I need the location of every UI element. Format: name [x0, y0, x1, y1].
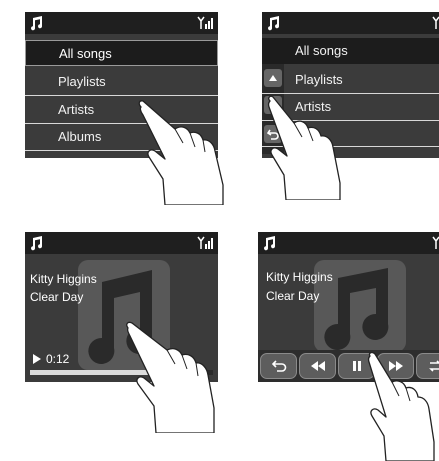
- status-bar: [25, 232, 218, 254]
- signal-icon: [197, 236, 213, 249]
- menu-item-label: Playlists: [58, 74, 106, 89]
- menu-item-label: Playlists: [295, 72, 343, 87]
- status-bar: [25, 12, 218, 34]
- track-title: Clear Day: [266, 289, 320, 303]
- back-icon: [271, 360, 286, 372]
- track-artist: Kitty Higgins: [30, 272, 97, 286]
- menu-item-label: Artists: [58, 102, 95, 117]
- back-button[interactable]: [260, 353, 297, 379]
- music-note-icon: [264, 236, 276, 251]
- signal-icon: [432, 16, 439, 29]
- previous-track-icon: [310, 361, 325, 371]
- scroll-up-button[interactable]: [264, 69, 282, 87]
- pointing-hand-icon: [367, 352, 435, 461]
- elapsed-time: 0:12: [46, 352, 70, 366]
- track-artist: Kitty Higgins: [266, 270, 333, 284]
- signal-icon: [197, 16, 213, 29]
- pointing-hand-icon: [138, 100, 224, 205]
- signal-icon: [432, 236, 439, 249]
- pointing-hand-icon: [267, 95, 341, 200]
- status-bar: [262, 12, 439, 34]
- menu-item-label: All songs: [295, 43, 348, 58]
- track-title: Clear Day: [30, 290, 84, 304]
- previous-track-button[interactable]: [299, 353, 336, 379]
- menu-item-label: All songs: [59, 46, 112, 61]
- status-bar: [258, 232, 439, 254]
- play-icon: [33, 354, 41, 364]
- music-note-icon: [31, 16, 43, 31]
- menu-item-playlists[interactable]: Playlists: [262, 67, 439, 94]
- menu-item-all-songs[interactable]: All songs: [25, 40, 218, 66]
- music-note-icon: [31, 236, 43, 251]
- menu-item-all-songs[interactable]: All songs: [262, 38, 439, 64]
- music-note-icon: [268, 16, 280, 31]
- pointing-hand-icon: [126, 321, 215, 433]
- arrow-up-icon: [269, 75, 277, 81]
- menu-item-label: Albums: [58, 129, 102, 144]
- menu-item-playlists[interactable]: Playlists: [25, 69, 218, 96]
